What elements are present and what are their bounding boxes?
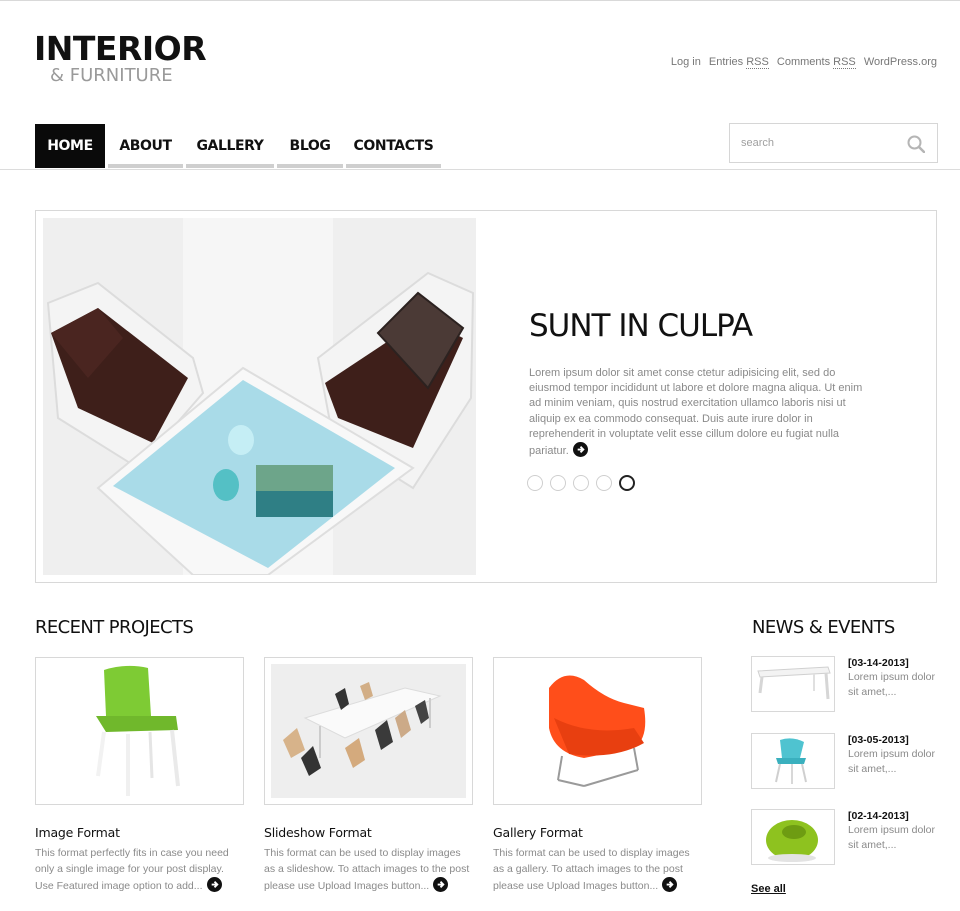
top-border xyxy=(0,0,960,1)
project-title[interactable]: Image Format xyxy=(35,825,244,840)
slide-title: SUNT IN CULPA xyxy=(529,308,753,344)
news-thumbnail[interactable] xyxy=(751,656,835,712)
main-nav: HOME ABOUT GALLERY BLOG CONTACTS xyxy=(35,124,444,168)
nav-item-about[interactable]: ABOUT xyxy=(108,124,183,168)
search-icon[interactable] xyxy=(907,135,925,153)
entries-rss-prefix: Entries xyxy=(708,56,747,68)
slider-dot-3[interactable] xyxy=(573,475,589,491)
project-thumbnail[interactable] xyxy=(493,657,702,805)
news-text: Lorem ipsum dolor sit amet,... xyxy=(848,824,935,851)
slider-dot-2[interactable] xyxy=(550,475,566,491)
project-text: This format perfectly fits in case you n… xyxy=(35,846,244,895)
nav-item-home[interactable]: HOME xyxy=(35,124,105,168)
slider-dot-5[interactable] xyxy=(619,475,635,491)
comments-rss-link[interactable]: Comments RSS xyxy=(776,56,856,69)
logo-subtitle: & FURNITURE xyxy=(50,65,173,86)
meta-links: Log in Entries RSS Comments RSS WordPres… xyxy=(666,56,937,69)
comments-rss-prefix: Comments xyxy=(776,56,834,68)
search-input[interactable] xyxy=(730,124,900,162)
arrow-right-circle-icon[interactable] xyxy=(206,877,222,892)
comments-rss-abbr: RSS xyxy=(833,56,856,69)
news-date: [03-14-2013] xyxy=(848,657,909,669)
news-item: [03-14-2013] Lorem ipsum dolor sit amet,… xyxy=(751,656,941,712)
entries-rss-abbr: RSS xyxy=(746,56,769,69)
slider-dot-4[interactable] xyxy=(596,475,612,491)
orange-armchair-image xyxy=(549,675,646,787)
site-logo[interactable]: INTERIOR & FURNITURE xyxy=(34,29,207,86)
project-text-body: This format perfectly fits in case you n… xyxy=(35,847,229,892)
news-date: [03-05-2013] xyxy=(848,734,909,746)
see-all-link[interactable]: See all xyxy=(751,883,786,895)
news-heading: NEWS & EVENTS xyxy=(752,617,895,638)
chairs-table-illustration xyxy=(43,218,476,575)
slider-dot-1[interactable] xyxy=(527,475,543,491)
news-item: [03-05-2013] Lorem ipsum dolor sit amet,… xyxy=(751,733,941,789)
project-text: This format can be used to display image… xyxy=(264,846,473,895)
dining-set-image xyxy=(271,664,466,798)
news-item: [02-14-2013] Lorem ipsum dolor sit amet,… xyxy=(751,809,941,865)
logo-title: INTERIOR xyxy=(34,29,207,68)
news-thumbnail[interactable] xyxy=(751,733,835,789)
slider-pagination xyxy=(527,475,642,491)
project-title[interactable]: Slideshow Format xyxy=(264,825,473,840)
arrow-right-circle-icon[interactable] xyxy=(662,877,678,892)
entries-rss-link[interactable]: Entries RSS xyxy=(708,56,769,69)
project-card: Slideshow Format This format can be used… xyxy=(264,657,473,895)
arrow-right-circle-icon[interactable] xyxy=(572,442,588,458)
project-thumbnail[interactable] xyxy=(264,657,473,805)
header-divider xyxy=(0,169,960,170)
nav-item-blog[interactable]: BLOG xyxy=(277,124,343,168)
white-table-image xyxy=(757,666,831,700)
project-text-body: This format can be used to display image… xyxy=(493,847,690,892)
login-link[interactable]: Log in xyxy=(671,56,701,68)
project-card: Gallery Format This format can be used t… xyxy=(493,657,702,895)
arrow-right-circle-icon[interactable] xyxy=(433,877,449,892)
project-title[interactable]: Gallery Format xyxy=(493,825,702,840)
news-text: Lorem ipsum dolor sit amet,... xyxy=(848,748,935,775)
green-chair-image xyxy=(96,665,180,796)
news-text: Lorem ipsum dolor sit amet,... xyxy=(848,671,935,698)
wordpress-link[interactable]: WordPress.org xyxy=(864,56,937,68)
search-box xyxy=(729,123,938,163)
project-text: This format can be used to display image… xyxy=(493,846,702,895)
slide-image xyxy=(43,218,476,575)
recent-projects-heading: RECENT PROJECTS xyxy=(35,617,194,638)
hero-slider: SUNT IN CULPA Lorem ipsum dolor sit amet… xyxy=(35,210,937,583)
green-pouf-image xyxy=(766,820,818,862)
nav-item-gallery[interactable]: GALLERY xyxy=(186,124,274,168)
news-thumbnail[interactable] xyxy=(751,809,835,865)
news-date: [02-14-2013] xyxy=(848,810,909,822)
project-card: Image Format This format perfectly fits … xyxy=(35,657,244,895)
slide-text: Lorem ipsum dolor sit amet conse ctetur … xyxy=(529,366,874,459)
project-thumbnail[interactable] xyxy=(35,657,244,805)
teal-chair-image xyxy=(775,738,807,784)
nav-item-contacts[interactable]: CONTACTS xyxy=(346,124,441,168)
